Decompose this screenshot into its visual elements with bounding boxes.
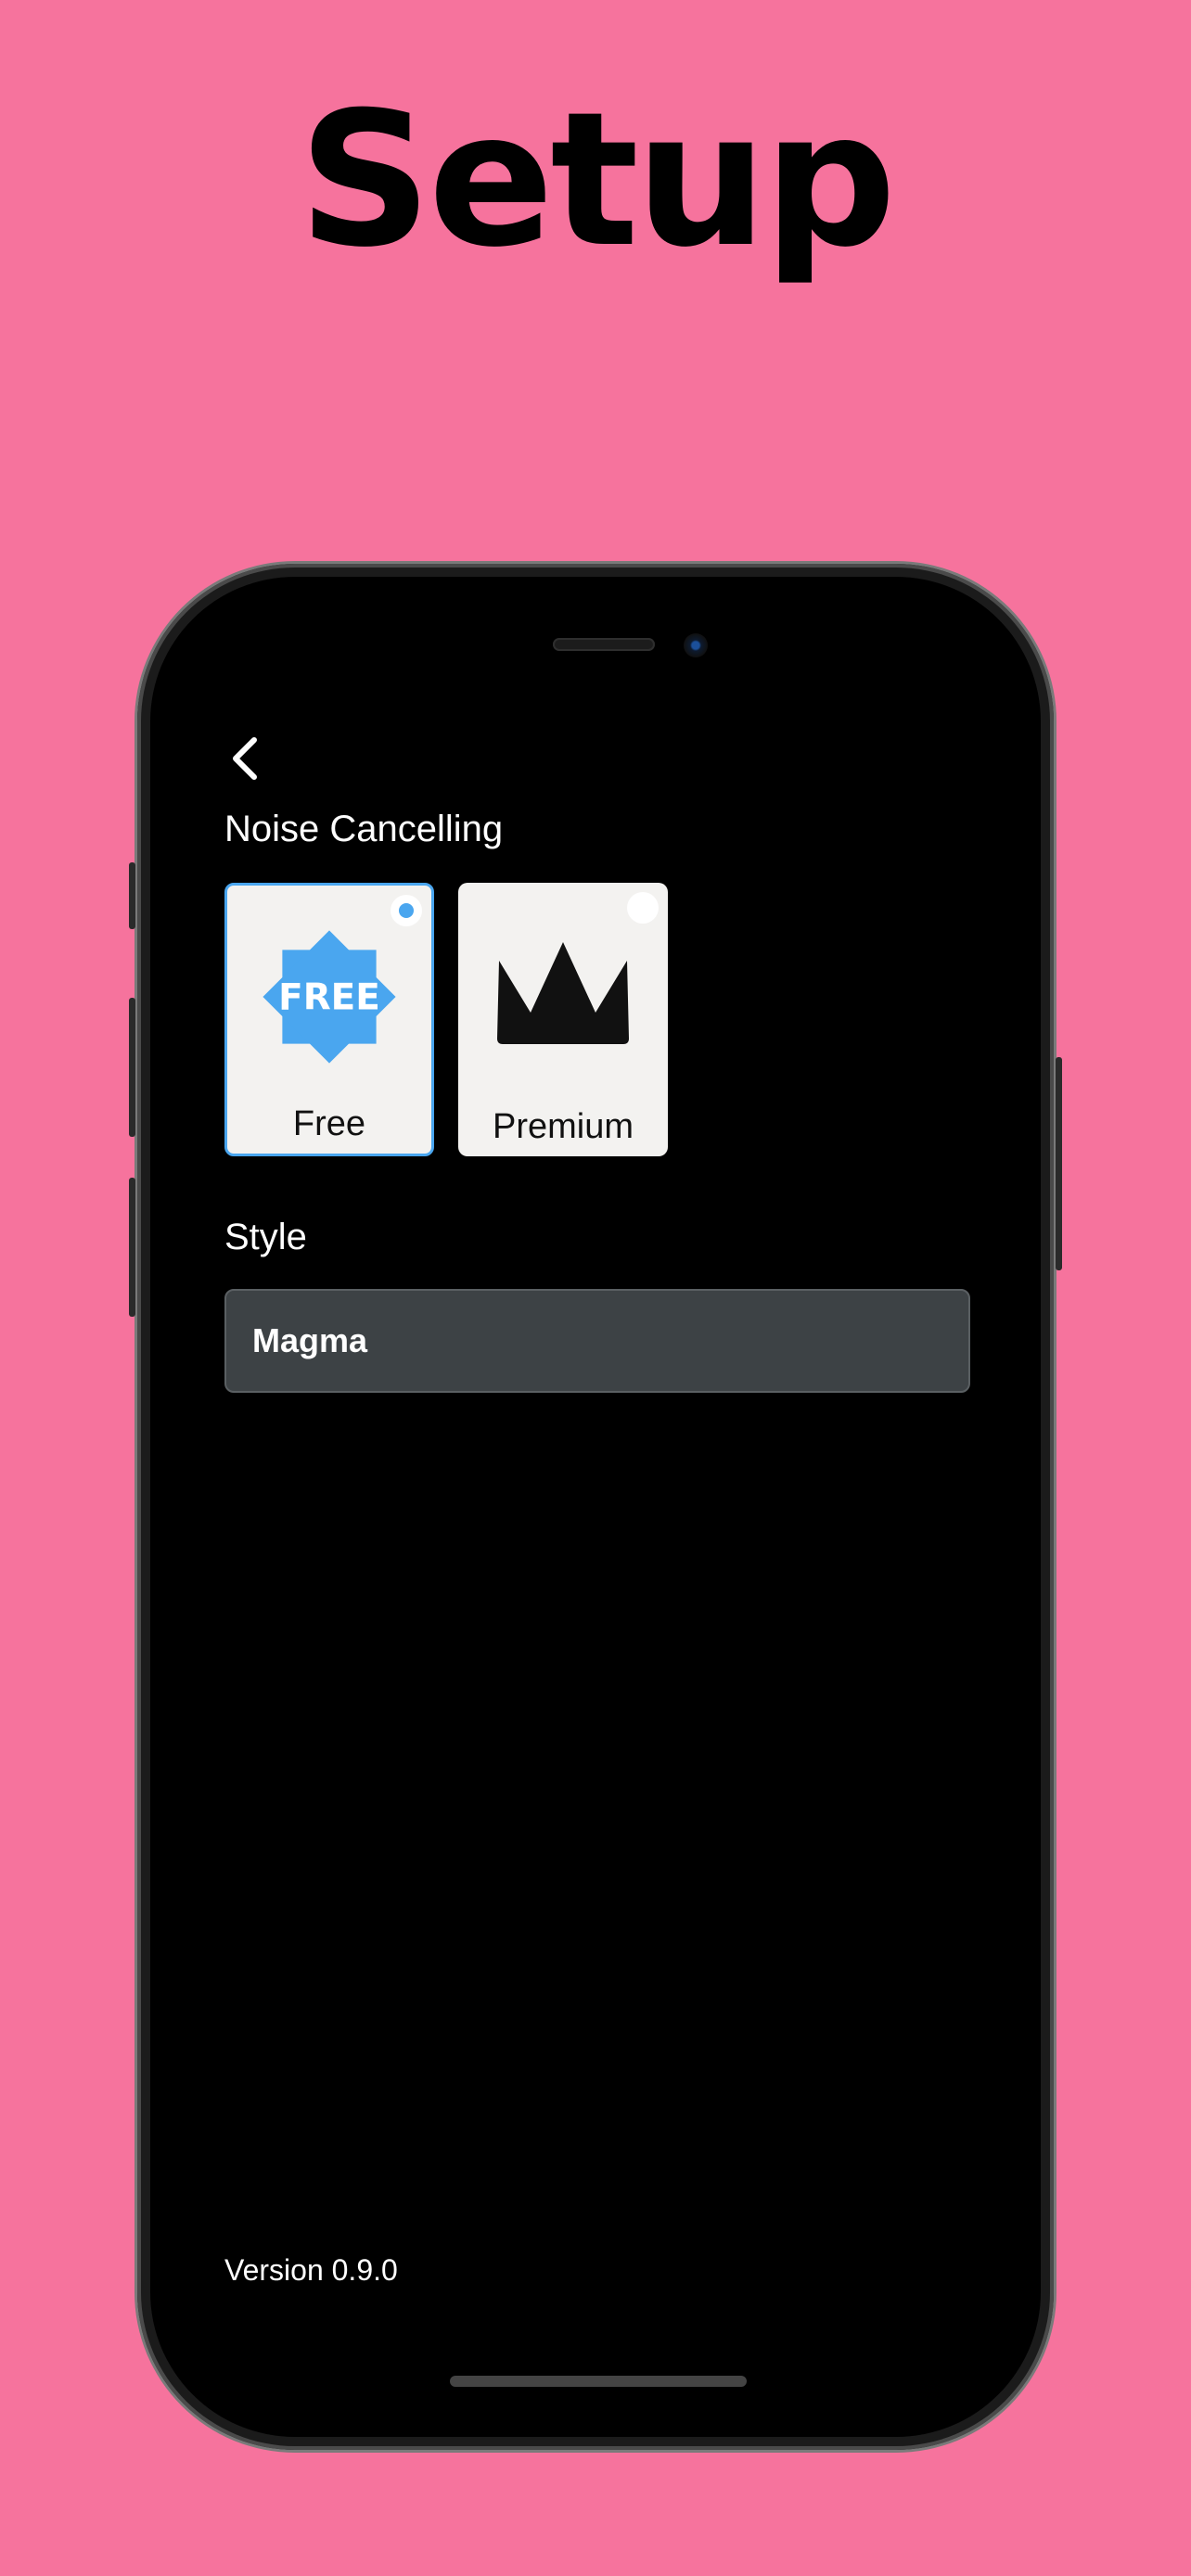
silent-switch bbox=[129, 862, 135, 929]
style-select[interactable]: Magma bbox=[224, 1289, 970, 1393]
style-label: Style bbox=[224, 1217, 307, 1257]
front-camera bbox=[684, 633, 708, 657]
volume-down-button bbox=[129, 1178, 135, 1317]
free-option-label: Free bbox=[292, 1104, 366, 1143]
noise-cancelling-label: Noise Cancelling bbox=[224, 809, 504, 849]
crown-icon bbox=[497, 942, 629, 1044]
power-button bbox=[1056, 1057, 1062, 1270]
premium-option-card[interactable]: Premium bbox=[458, 883, 668, 1156]
radio-selected-dot bbox=[399, 903, 414, 918]
free-radio-button[interactable] bbox=[391, 895, 422, 926]
free-badge-text: FREE bbox=[278, 977, 380, 1019]
free-badge-icon: FREE bbox=[263, 930, 396, 1064]
page-headline: Setup bbox=[298, 72, 897, 288]
style-select-value: Magma bbox=[252, 1321, 368, 1359]
free-option-card[interactable]: FREE Free bbox=[224, 883, 434, 1156]
chevron-left-icon bbox=[233, 737, 257, 780]
premium-radio-button[interactable] bbox=[627, 892, 659, 924]
phone-frame: Noise Cancelling FREE Free Premium Style bbox=[129, 564, 1062, 2450]
phone-screen: Noise Cancelling FREE Free Premium Style bbox=[150, 577, 1041, 2437]
back-button[interactable] bbox=[221, 731, 276, 786]
home-indicator[interactable] bbox=[450, 2376, 747, 2387]
volume-up-button bbox=[129, 998, 135, 1137]
earpiece-speaker bbox=[553, 638, 655, 651]
version-text: Version 0.9.0 bbox=[224, 2253, 398, 2287]
premium-option-label: Premium bbox=[492, 1107, 634, 1146]
